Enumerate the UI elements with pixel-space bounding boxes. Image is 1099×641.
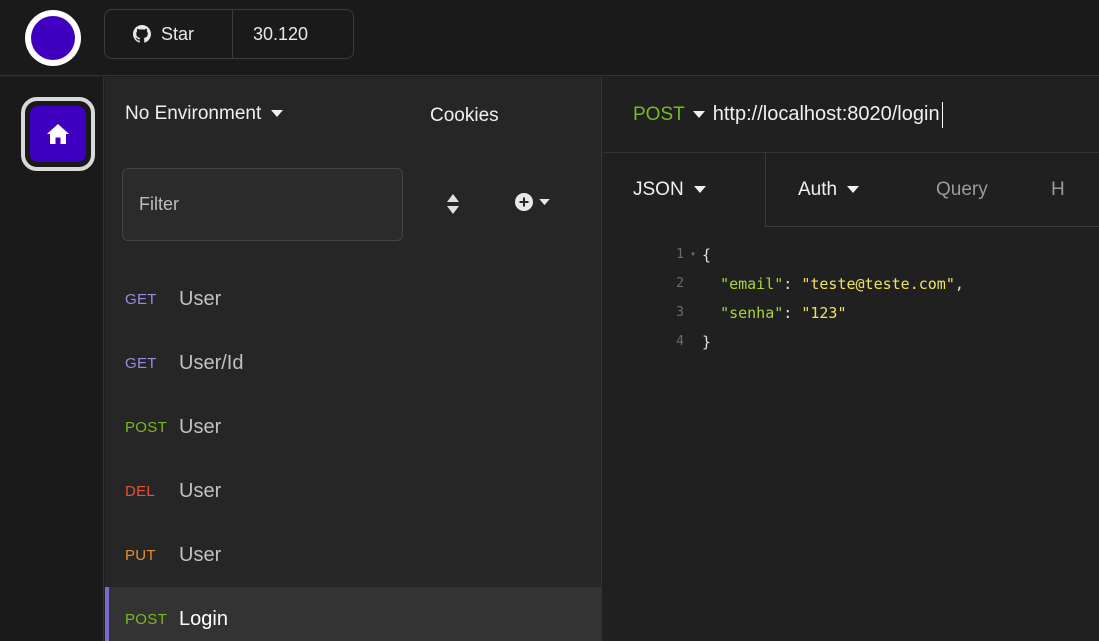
request-name: User [179,479,222,502]
environment-dropdown[interactable]: No Environment [125,103,284,125]
request-sidebar: No Environment Cookies GET User GET User… [105,77,602,641]
top-bar: Star 30.120 [0,0,1099,76]
cookies-button[interactable]: Cookies [430,105,499,127]
github-star-button[interactable]: Star [105,10,233,58]
star-count[interactable]: 30.120 [233,24,308,45]
url-bar: POST http://localhost:8020/login [603,77,1099,153]
request-name: Login [179,607,228,630]
json-body-editor[interactable]: 1 ▾ { 2 "email": "teste@teste.com", 3 "s… [660,240,964,356]
text-cursor [941,101,943,128]
caret-down-icon [539,198,550,205]
sort-button[interactable] [443,187,463,221]
caret-down-icon [847,185,860,193]
caret-down-icon [693,186,706,193]
github-star-group: Star 30.120 [104,9,354,59]
home-icon [47,124,69,144]
plus-circle-icon [515,193,533,211]
code-line: 4 } [660,327,964,356]
code-text: { [702,245,712,264]
code-line: 1 ▾ { [660,240,964,269]
code-line: 2 "email": "teste@teste.com", [660,269,964,298]
method-badge: GET [125,290,157,308]
environment-label: No Environment [125,103,262,124]
line-number: 2 [676,276,684,291]
tab-body-json[interactable]: JSON [603,153,766,227]
home-button[interactable] [21,97,95,171]
filter-input[interactable] [122,168,403,241]
list-item[interactable]: GET User [105,267,601,331]
list-item[interactable]: PUT User [105,523,601,587]
tab-headers[interactable]: H [1036,153,1099,227]
fold-icon[interactable]: ▾ [690,249,702,260]
caret-down-icon [271,110,284,117]
list-item-active[interactable]: POST Login [105,587,601,641]
url-input[interactable]: http://localhost:8020/login [713,103,940,126]
method-badge: GET [125,354,157,372]
app-logo-icon[interactable] [25,10,81,66]
list-item[interactable]: DEL User [105,459,601,523]
star-label: Star [161,23,195,44]
add-request-button[interactable] [515,193,550,211]
request-name: User [179,287,222,310]
method-badge: DEL [125,482,156,500]
method-badge: POST [125,610,168,628]
json-value: "123" [801,303,847,322]
tab-label: JSON [633,179,684,200]
code-line: 3 "senha": "123" [660,298,964,327]
tab-label: Auth [798,178,838,200]
code-text: } [702,332,712,351]
tab-label: Query [936,178,988,200]
tab-label: H [1051,178,1065,200]
line-number: 1 [676,247,684,262]
line-number: 3 [676,305,684,320]
method-badge: PUT [125,546,156,564]
request-name: User [179,543,222,566]
sort-icon [447,194,459,214]
nav-rail [0,77,104,641]
request-name: User/Id [179,351,244,374]
tab-query[interactable]: Query [916,153,1036,227]
request-list: GET User GET User/Id POST User DEL User … [105,267,601,641]
json-value: "teste@teste.com" [801,274,955,293]
list-item[interactable]: GET User/Id [105,331,601,395]
request-tabs: JSON Auth Query H [603,153,1099,227]
json-key: "senha" [720,303,784,322]
request-name: User [179,415,222,438]
tab-auth[interactable]: Auth [766,153,916,227]
line-number: 4 [676,334,684,349]
json-key: "email" [720,274,784,293]
github-icon [133,25,151,43]
list-item[interactable]: POST User [105,395,601,459]
method-badge: POST [125,418,168,436]
caret-down-icon[interactable] [692,110,705,119]
method-dropdown[interactable]: POST [633,104,685,126]
